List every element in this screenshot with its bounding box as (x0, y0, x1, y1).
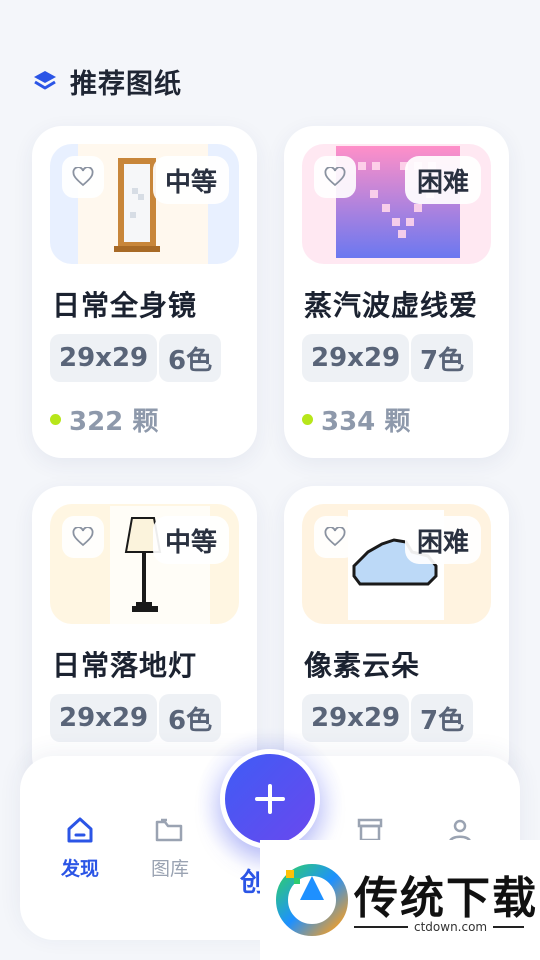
section-title: 推荐图纸 (70, 69, 182, 100)
watermark: 传统下载 ctdown.com (260, 840, 540, 960)
status-dot (302, 414, 313, 425)
color-count-chip: 7色 (411, 694, 474, 742)
color-count-chip: 7色 (411, 334, 474, 382)
nav-item-gallery[interactable]: 图库 (140, 816, 200, 881)
heart-icon (324, 527, 346, 547)
bead-count-text: 322 颗 (69, 407, 159, 437)
color-count-chip: 6色 (159, 334, 222, 382)
size-chip: 29x29 (50, 334, 158, 382)
pattern-title: 像素云朵 (304, 649, 421, 682)
pattern-card[interactable]: 困难 蒸汽波虚线爱 29x29 7色 334 颗 (284, 126, 509, 458)
pattern-card[interactable]: 中等 日常全身镜 29x29 6色 322 颗 (32, 126, 257, 458)
difficulty-badge: 困难 (404, 516, 481, 564)
pattern-title: 蒸汽波虚线爱 (304, 289, 479, 322)
difficulty-badge: 困难 (404, 156, 481, 204)
difficulty-badge: 中等 (152, 516, 229, 564)
difficulty-badge: 中等 (152, 156, 229, 204)
layers-icon (34, 70, 56, 89)
watermark-domain: ctdown.com (408, 920, 494, 934)
bead-count: 334 颗 (302, 401, 410, 438)
heart-icon (324, 167, 346, 187)
section-header: 推荐图纸 (32, 62, 182, 101)
nav-item-discover[interactable]: 发现 (50, 816, 110, 881)
pattern-card[interactable]: 困难 像素云朵 29x29 7色 (284, 486, 509, 786)
create-button[interactable] (220, 749, 320, 849)
status-dot (50, 414, 61, 425)
pattern-thumbnail: 中等 (50, 504, 239, 624)
plus-icon (255, 784, 285, 814)
folder-icon (155, 818, 183, 842)
favorite-button[interactable] (62, 156, 104, 198)
favorite-button[interactable] (62, 516, 104, 558)
pattern-thumbnail: 困难 (302, 144, 491, 264)
pattern-title: 日常落地灯 (52, 649, 198, 682)
nav-label: 图库 (150, 858, 189, 880)
size-chip: 29x29 (302, 694, 410, 742)
favorite-button[interactable] (314, 516, 356, 558)
heart-icon (72, 527, 94, 547)
color-count-chip: 6色 (159, 694, 222, 742)
pattern-thumbnail: 中等 (50, 144, 239, 264)
pattern-thumbnail: 困难 (302, 504, 491, 624)
bead-count-text: 334 颗 (321, 407, 411, 437)
size-chip: 29x29 (302, 334, 410, 382)
bead-count: 322 颗 (50, 401, 158, 438)
size-chip: 29x29 (50, 694, 158, 742)
nav-label: 发现 (60, 858, 99, 880)
favorite-button[interactable] (314, 156, 356, 198)
pattern-title: 日常全身镜 (52, 289, 198, 322)
home-icon (67, 817, 93, 843)
heart-icon (72, 167, 94, 187)
watermark-text: 传统下载 (354, 873, 538, 924)
watermark-logo-icon (276, 864, 348, 936)
